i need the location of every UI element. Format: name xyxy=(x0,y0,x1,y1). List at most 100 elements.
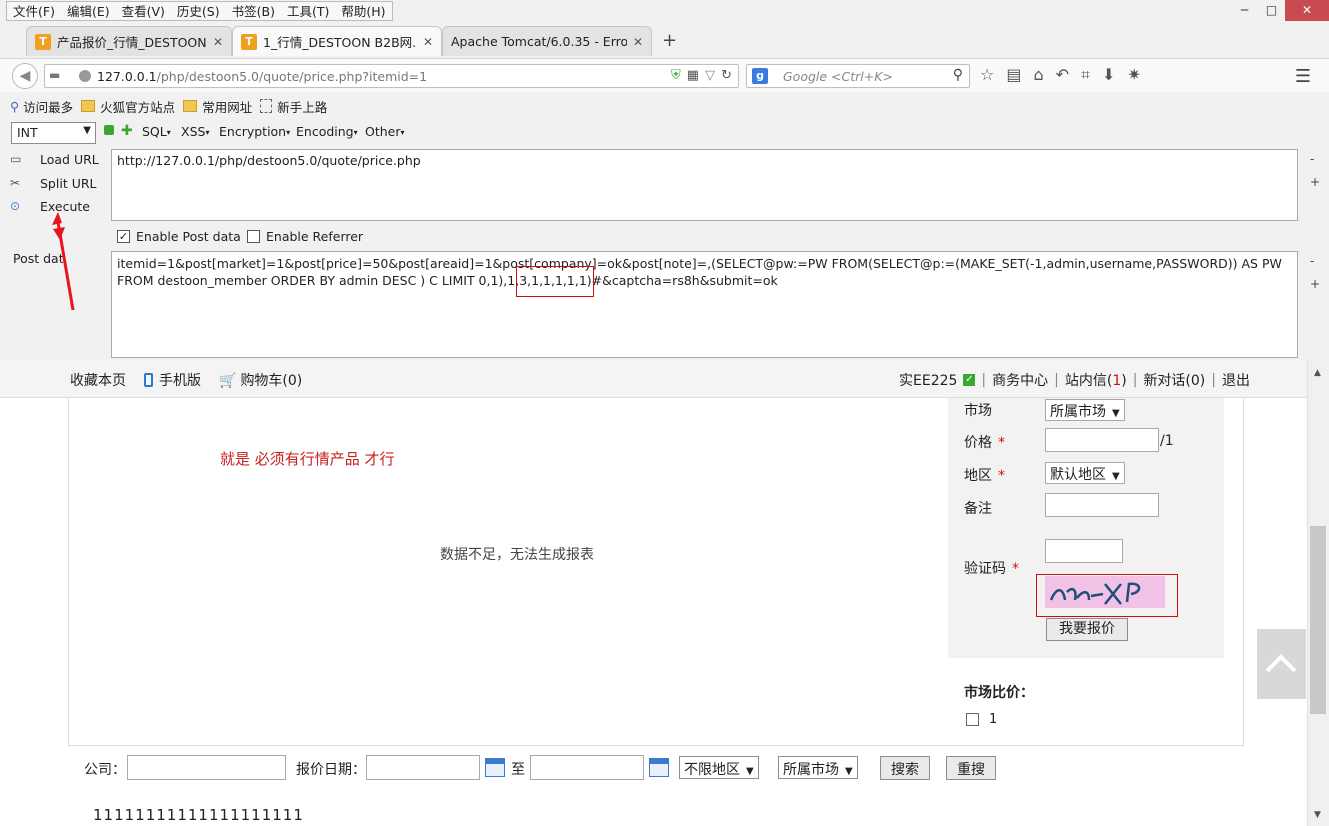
calendar-icon[interactable] xyxy=(485,758,505,777)
increase-icon[interactable]: ✚ xyxy=(121,123,133,139)
divider: | xyxy=(1132,372,1138,388)
dropdown-icon[interactable]: ▽ xyxy=(705,68,715,83)
bookmark-common-sites[interactable]: 常用网址 xyxy=(183,97,252,116)
bookmark-getting-started[interactable]: 新手上路 xyxy=(260,97,327,116)
submit-quote-button[interactable]: 我要报价 xyxy=(1046,618,1128,641)
shield-icon[interactable]: ⛨ xyxy=(671,68,681,83)
new-tab-icon[interactable]: + xyxy=(662,30,677,51)
captcha-label: 验证码 * xyxy=(964,558,1019,578)
reader-icon[interactable]: ▤ xyxy=(1006,65,1021,85)
messages-close-paren: ) xyxy=(1121,373,1127,389)
new-chat-link[interactable]: 新对话(0) xyxy=(1143,370,1205,390)
caret-down-icon: ▾ xyxy=(166,128,171,137)
caret-down-icon: ▾ xyxy=(353,128,358,137)
mobile-version-link[interactable]: 手机版 xyxy=(144,370,201,390)
hackbar-menu-xss[interactable]: XSS▾ xyxy=(181,124,209,139)
required-star: * xyxy=(998,468,1005,484)
scroll-up-icon[interactable]: ▲ xyxy=(1314,368,1321,378)
scrollbar-thumb[interactable] xyxy=(1310,526,1326,714)
close-tab-icon[interactable]: ✕ xyxy=(213,35,223,49)
split-url-button[interactable]: ✂ Split URL xyxy=(10,173,97,193)
extension-icon[interactable]: ✷ xyxy=(1127,65,1140,85)
bookmark-page-link[interactable]: 收藏本页 xyxy=(70,370,126,390)
hackbar-menu-other[interactable]: Other▾ xyxy=(365,124,405,139)
url-text[interactable]: 127.0.0.1/php/destoon5.0/quote/price.php… xyxy=(97,69,427,84)
hackbar-url-textarea[interactable]: http://127.0.0.1/php/destoon5.0/quote/pr… xyxy=(111,149,1298,221)
price-input[interactable] xyxy=(1045,428,1159,452)
reset-search-button[interactable]: 重搜 xyxy=(946,756,996,780)
hackbar-type-select[interactable]: INT ▼ xyxy=(11,122,96,144)
qr-icon[interactable]: ▦ xyxy=(687,68,699,83)
back-arrow-icon[interactable]: ◀ xyxy=(12,63,38,89)
market-select[interactable]: 所属市场 ▼ xyxy=(1045,399,1125,421)
undo-icon[interactable]: ↶ xyxy=(1056,65,1069,85)
load-url-button[interactable]: ▭ Load URL xyxy=(10,149,99,169)
minimize-button[interactable]: ─ xyxy=(1231,0,1258,21)
url-box-shrink-button[interactable]: - xyxy=(1310,152,1314,166)
business-center-link[interactable]: 商务中心 xyxy=(992,370,1048,390)
price-label: 价格 * xyxy=(964,432,1005,452)
post-box-shrink-button[interactable]: - xyxy=(1310,254,1314,268)
bookmark-most-visited[interactable]: ⚲ 访问最多 xyxy=(10,97,73,116)
google-icon[interactable]: g xyxy=(752,68,768,84)
enable-referrer-checkbox[interactable]: Enable Referrer xyxy=(247,229,363,244)
menu-view[interactable]: 查看(V) xyxy=(116,2,171,20)
area-filter-select[interactable]: 不限地区 ▼ xyxy=(679,756,759,779)
bookmark-label: 常用网址 xyxy=(202,99,253,115)
hackbar-menu-sql[interactable]: SQL▾ xyxy=(142,124,171,139)
toolbar-icons: ☆ ▤ ⌂ ↶ ⌗ ⬇ ✷ xyxy=(980,65,1141,85)
label-text: 价格 xyxy=(964,435,992,451)
maximize-button[interactable]: □ xyxy=(1258,0,1285,21)
logout-link[interactable]: 退出 xyxy=(1222,370,1250,390)
browser-chrome: 文件(F) 编辑(E) 查看(V) 历史(S) 书签(B) 工具(T) 帮助(H… xyxy=(0,0,1329,360)
close-window-button[interactable]: ✕ xyxy=(1285,0,1329,21)
cart-link[interactable]: 🛒 购物车(0) xyxy=(219,370,302,390)
back-to-top-button[interactable] xyxy=(1257,629,1306,699)
tab-product-quote[interactable]: T 产品报价_行情_DESTOON... ✕ xyxy=(26,26,232,56)
bookmark-firefox-site[interactable]: 火狐官方站点 xyxy=(81,97,175,116)
menu-bookmarks[interactable]: 书签(B) xyxy=(226,2,281,20)
market-compare-option[interactable]: 1 xyxy=(966,712,997,727)
market-filter-select[interactable]: 所属市场 ▼ xyxy=(778,756,858,779)
hamburger-menu-icon[interactable]: ☰ xyxy=(1295,66,1311,87)
home-icon[interactable]: ⌂ xyxy=(1033,65,1043,85)
calendar-icon[interactable] xyxy=(649,758,669,777)
menu-history[interactable]: 历史(S) xyxy=(171,2,226,20)
captcha-input[interactable] xyxy=(1045,539,1123,563)
hackbar-menu-encoding[interactable]: Encoding▾ xyxy=(296,124,358,139)
hackbar-menu-encryption[interactable]: Encryption▾ xyxy=(219,124,290,139)
scroll-down-icon[interactable]: ▼ xyxy=(1314,810,1321,820)
play-icon: ⊙ xyxy=(10,199,21,213)
post-box-expand-button[interactable]: + xyxy=(1310,277,1320,291)
menu-edit[interactable]: 编辑(E) xyxy=(61,2,116,20)
area-select[interactable]: 默认地区 ▼ xyxy=(1045,462,1125,484)
tab-tomcat[interactable]: Apache Tomcat/6.0.35 - Erro... ✕ xyxy=(442,26,652,56)
star-icon[interactable]: ☆ xyxy=(980,65,994,85)
close-tab-icon[interactable]: ✕ xyxy=(633,35,643,49)
user-name-link[interactable]: 实EE225 xyxy=(899,370,957,390)
site-messages-link[interactable]: 站内信(1) xyxy=(1065,370,1127,390)
tab-quote-active[interactable]: T 1_行情_DESTOON B2B网... ✕ xyxy=(232,26,442,56)
date-from-input[interactable] xyxy=(366,755,480,780)
search-icon[interactable]: ⚲ xyxy=(953,67,963,83)
note-input[interactable] xyxy=(1045,493,1159,517)
menu-help[interactable]: 帮助(H) xyxy=(335,2,391,20)
url-bar[interactable]: ▬ 127.0.0.1/php/destoon5.0/quote/price.p… xyxy=(44,64,739,88)
decrease-icon[interactable] xyxy=(104,125,114,135)
menu-tools[interactable]: 工具(T) xyxy=(281,2,335,20)
download-icon[interactable]: ⬇ xyxy=(1102,65,1115,85)
date-to-input[interactable] xyxy=(530,755,644,780)
page-scrollbar[interactable]: ▲ ▼ xyxy=(1307,360,1329,826)
menu-file[interactable]: 文件(F) xyxy=(7,2,61,20)
reload-icon[interactable]: ↻ xyxy=(721,68,732,83)
url-box-expand-button[interactable]: + xyxy=(1310,175,1320,189)
destoon-favicon-icon: T xyxy=(241,33,257,50)
enable-post-checkbox[interactable]: ✓ Enable Post data xyxy=(117,229,241,244)
crop-icon[interactable]: ⌗ xyxy=(1081,65,1090,85)
company-input[interactable] xyxy=(127,755,286,780)
search-bar[interactable]: g Google <Ctrl+K> ⚲ xyxy=(746,64,970,88)
close-tab-icon[interactable]: ✕ xyxy=(423,35,433,49)
menu-label: Encoding xyxy=(296,124,354,139)
search-button[interactable]: 搜索 xyxy=(880,756,930,780)
post-data-textarea[interactable]: itemid=1&post[market]=1&post[price]=50&p… xyxy=(111,251,1298,358)
